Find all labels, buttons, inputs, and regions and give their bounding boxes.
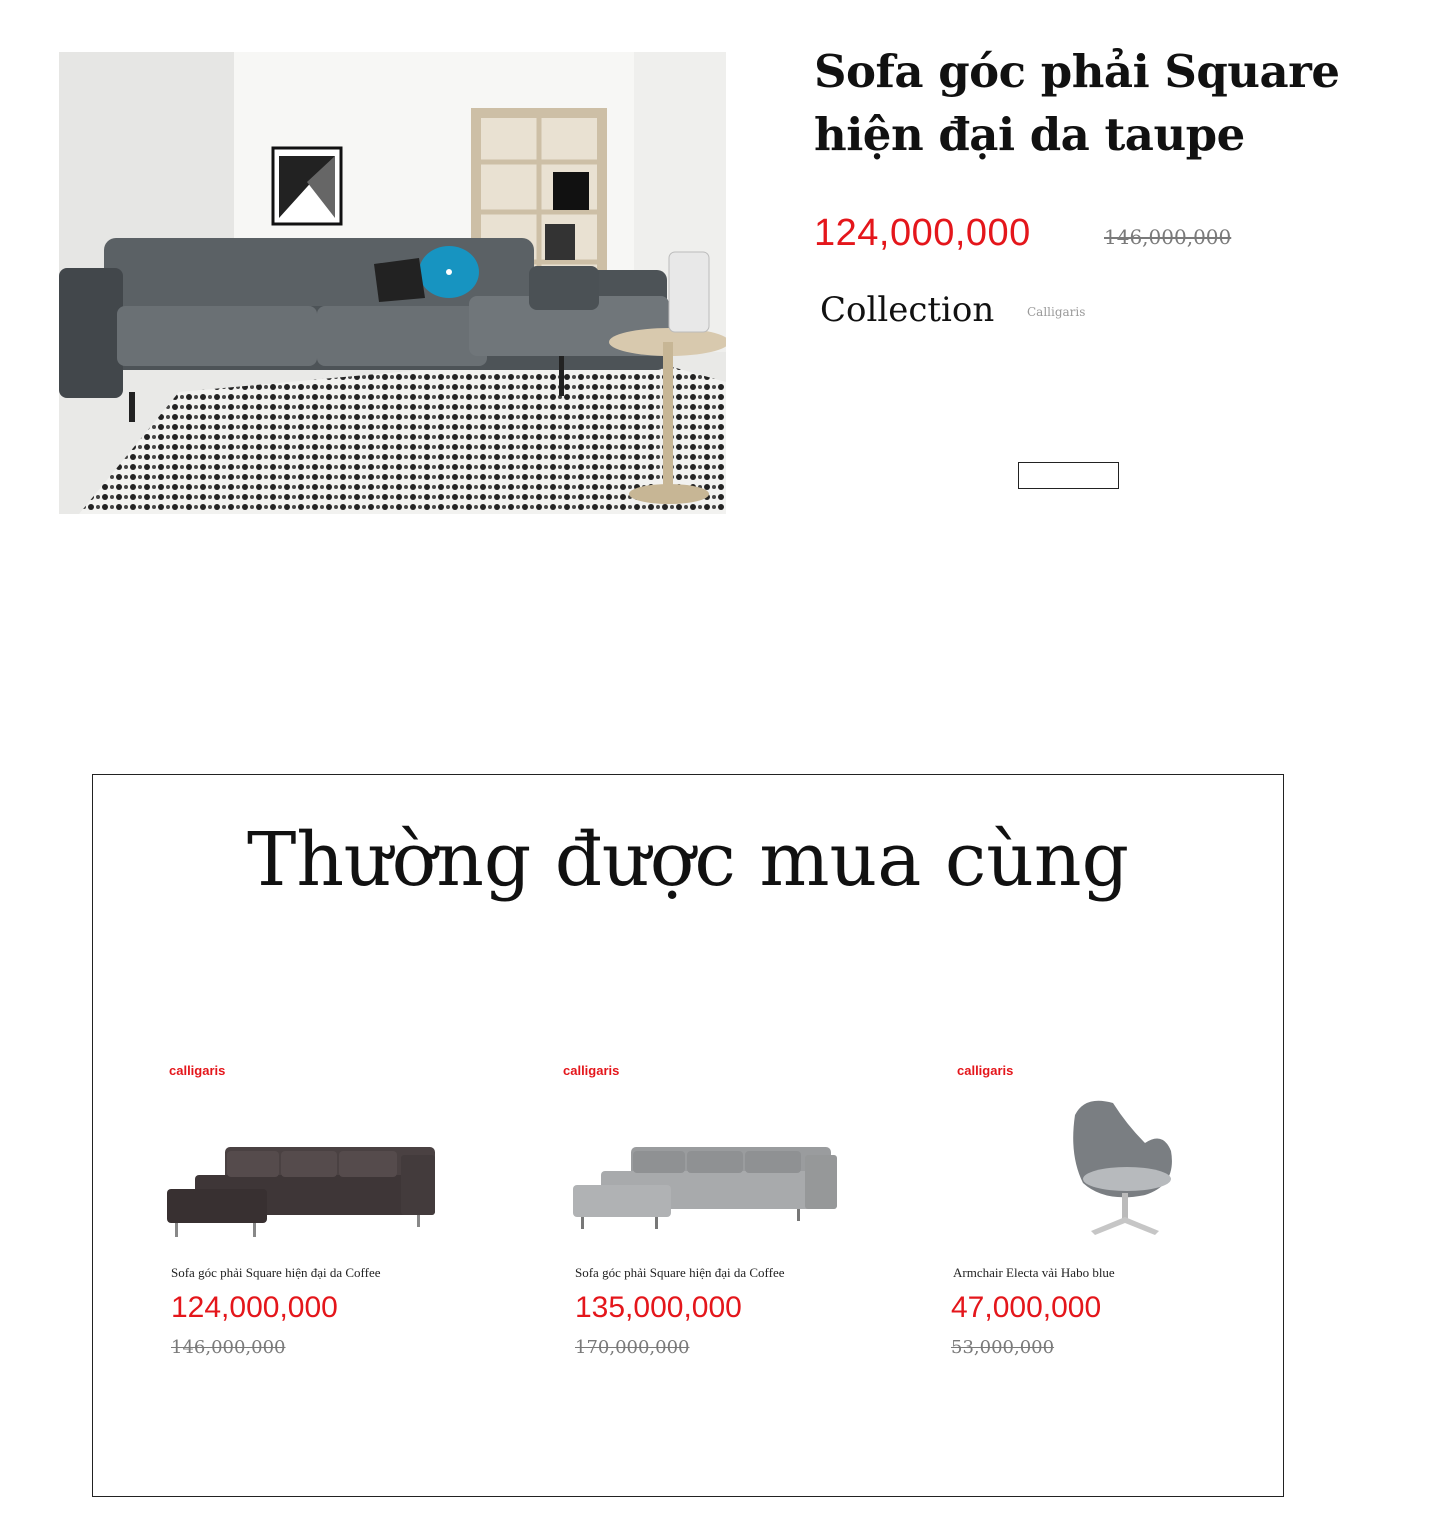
card-image[interactable] [571, 1085, 871, 1245]
card-price: 135,000,000 [575, 1291, 742, 1324]
card-name[interactable]: Sofa góc phải Square hiện đại da Coffee [575, 1265, 785, 1281]
frequently-bought-together: Thường được mua cùng calligaris Sofa góc… [92, 774, 1284, 1497]
card-price: 47,000,000 [951, 1291, 1102, 1324]
brand-logo: calligaris [169, 1063, 226, 1078]
dark-brown-corner-sofa-icon [167, 1147, 435, 1237]
grey-corner-sofa-icon [573, 1147, 837, 1229]
product-card[interactable]: calligaris Sofa góc phải Square hiện đại… [165, 1055, 495, 1375]
brand-logo: calligaris [957, 1063, 1014, 1078]
add-to-cart-button[interactable] [1018, 462, 1119, 489]
product-title: Sofa góc phải Square hiện đại da taupe [814, 45, 1340, 161]
card-image[interactable] [995, 1085, 1295, 1245]
living-room-sofa-photo-icon [59, 52, 726, 514]
collection-value[interactable]: Calligaris [1027, 305, 1085, 319]
card-image[interactable] [165, 1085, 465, 1245]
product-card[interactable]: calligaris Sofa góc phải Square hiện đại… [563, 1055, 895, 1375]
product-image[interactable] [59, 52, 726, 514]
card-old-price: 170,000,000 [575, 1337, 690, 1358]
card-old-price: 146,000,000 [171, 1337, 286, 1358]
card-old-price: 53,000,000 [951, 1337, 1055, 1358]
collection-label: Collection [820, 290, 995, 330]
grey-lounge-chair-icon [1073, 1100, 1172, 1235]
brand-logo: calligaris [563, 1063, 620, 1078]
card-name[interactable]: Armchair Electa vải Habo blue [953, 1265, 1115, 1281]
section-heading: Thường được mua cùng [247, 817, 1129, 903]
card-name[interactable]: Sofa góc phải Square hiện đại da Coffee [171, 1265, 381, 1281]
card-price: 124,000,000 [171, 1291, 338, 1324]
product-old-price: 146,000,000 [1104, 225, 1232, 249]
product-price: 124,000,000 [814, 212, 1031, 254]
product-card[interactable]: calligaris Armchair Electa vải Habo blue… [951, 1055, 1285, 1375]
